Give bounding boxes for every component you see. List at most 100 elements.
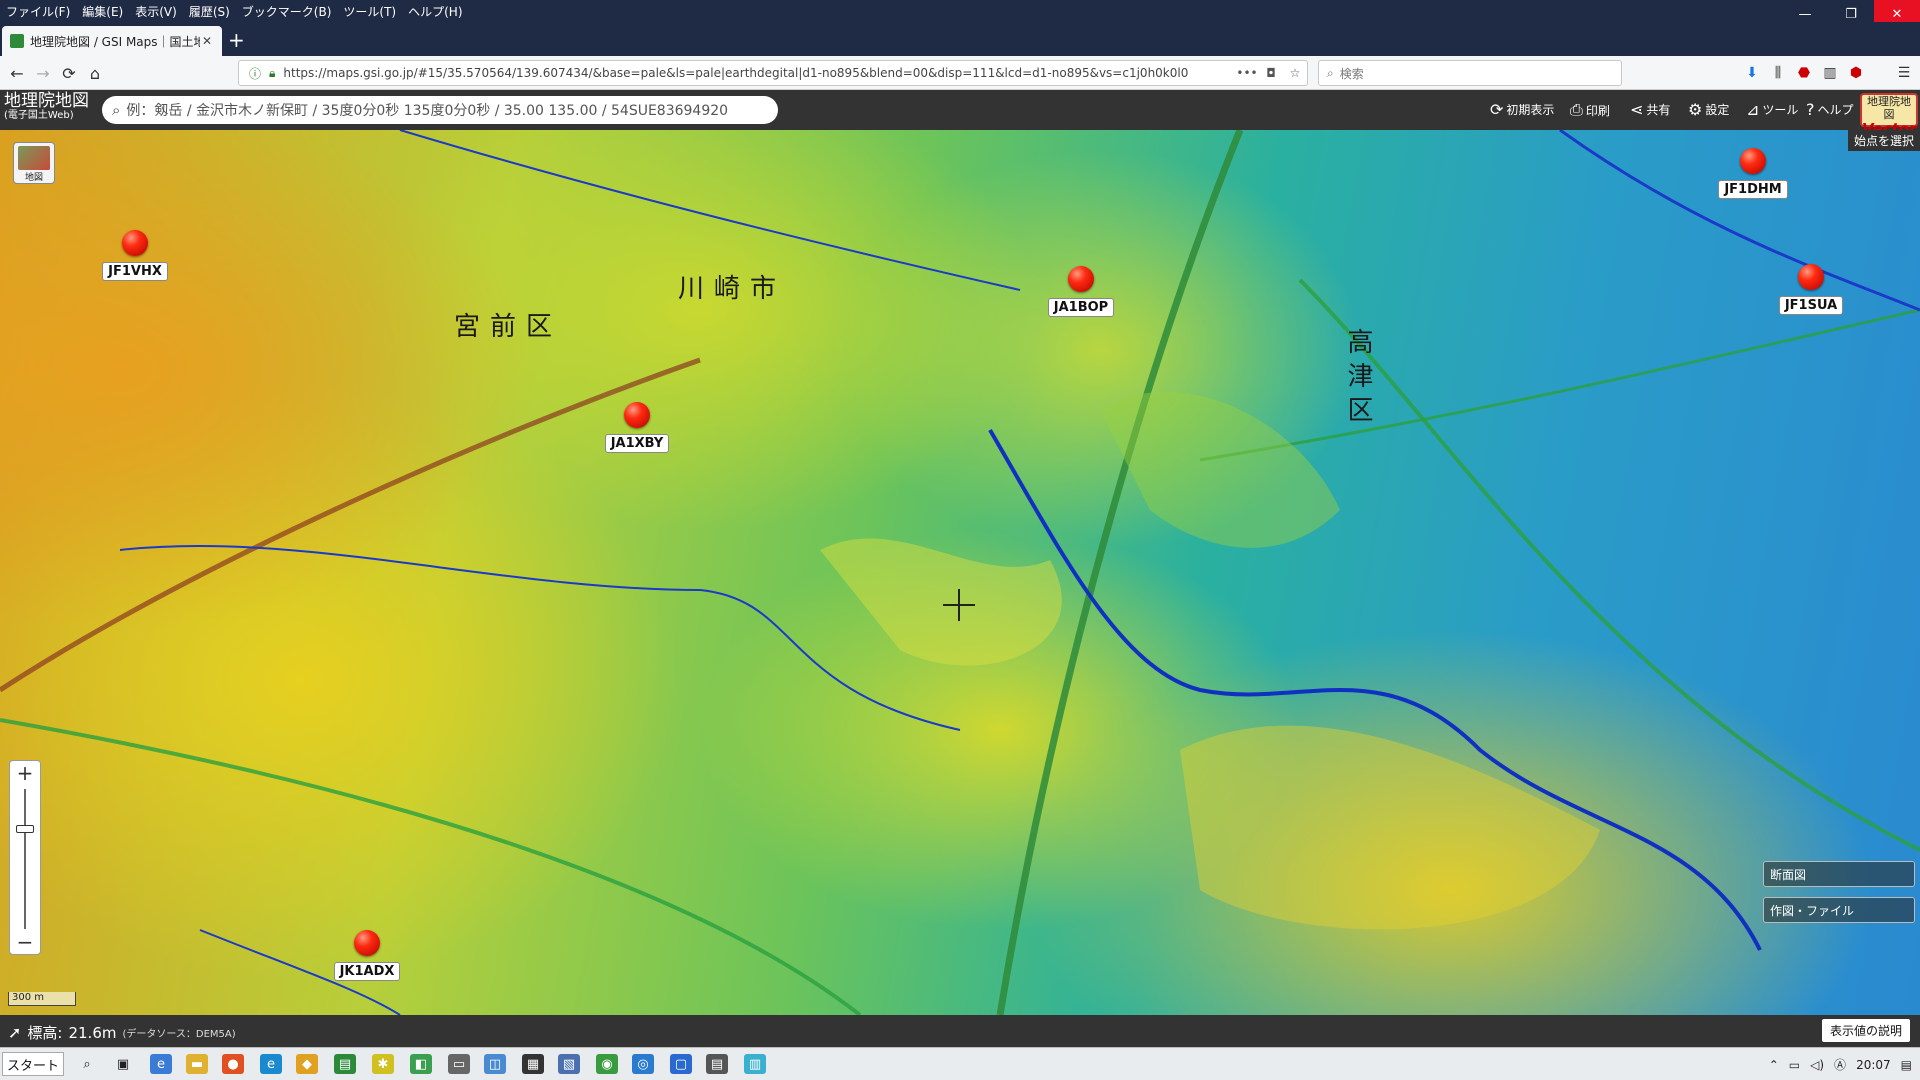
gsi-favicon-icon <box>10 34 24 48</box>
station-callsign: JA1BOP <box>1047 298 1115 317</box>
menu-file[interactable]: ファイル(F) <box>0 0 76 20</box>
chevron-up-icon[interactable]: ⌃ <box>1769 1058 1779 1072</box>
hill-shade-2 <box>1100 391 1340 548</box>
page-actions-icon[interactable]: ••• <box>1235 66 1259 80</box>
station-callsign: JK1ADX <box>333 962 401 981</box>
menu-bookmarks[interactable]: ブックマーク(B) <box>236 0 338 20</box>
menu-bar: ファイル(F) 編集(E) 表示(V) 履歴(S) ブックマーク(B) ツール(T) ヘルプ… <box>0 0 1920 22</box>
gsi-logo-sub: (電子国土Web) <box>4 110 74 121</box>
station-callsign: JF1VHX <box>102 262 168 281</box>
address-bar[interactable]: ⓘ 🔒︎ https://maps.gsi.go.jp/#15/35.57056… <box>238 60 1308 86</box>
share-button[interactable]: ⋖ 共有 <box>1630 100 1670 119</box>
station-marker[interactable]: JA1XBY <box>590 402 680 462</box>
map-overlay <box>0 130 1920 1015</box>
share-label: 共有 <box>1646 103 1671 117</box>
gsi-search-placeholder: 例：剱岳 / 金沢市木ノ新保町 / 35度0分0秒 135度0分0秒 / 35.… <box>126 103 729 119</box>
station-callsign: JF1SUA <box>1778 296 1844 315</box>
app-icon[interactable]: ◆ <box>296 1054 318 1074</box>
info-icon[interactable]: ⓘ <box>249 65 261 82</box>
app-icon[interactable]: ▢ <box>670 1054 692 1074</box>
legend-explanation-button[interactable]: 表示値の説明 <box>1821 1019 1910 1042</box>
explorer-icon[interactable]: ▬ <box>186 1054 208 1074</box>
app-icon[interactable]: ✱ <box>372 1054 394 1074</box>
gsi-vector-link[interactable]: 地理院地図 Vector <box>1860 93 1918 138</box>
base-map-toggle[interactable]: 地図 <box>13 142 55 184</box>
hamburger-menu-icon[interactable]: ☰ <box>1894 63 1914 83</box>
station-marker[interactable]: JF1DHM <box>1706 148 1796 208</box>
station-marker[interactable]: JA1BOP <box>1034 266 1124 326</box>
menu-tools[interactable]: ツール(T) <box>337 0 402 20</box>
print-label: 印刷 <box>1585 103 1610 118</box>
start-button[interactable]: スタート <box>2 1052 64 1076</box>
forward-icon[interactable]: → <box>32 62 54 84</box>
app-icon[interactable]: ▭ <box>448 1054 470 1074</box>
notification-icon[interactable]: ▤ <box>1901 1058 1912 1072</box>
edge-icon[interactable]: e <box>260 1054 282 1074</box>
map-thumbnail-icon <box>18 146 50 170</box>
new-tab-button[interactable]: + <box>228 30 245 50</box>
library-icon[interactable]: ⫼ <box>1768 63 1788 83</box>
gsi-search-input[interactable]: ⌕ 例：剱岳 / 金沢市木ノ新保町 / 35度0分0秒 135度0分0秒 / 3… <box>102 96 778 124</box>
river-north <box>399 130 1021 291</box>
app-icon[interactable]: ▤ <box>334 1054 356 1074</box>
menu-view[interactable]: 表示(V) <box>129 0 183 20</box>
ie-icon[interactable]: e <box>150 1054 172 1074</box>
lock-icon[interactable]: 🔒︎ <box>269 66 275 81</box>
search-icon[interactable]: ⌕ <box>76 1054 98 1074</box>
menu-help[interactable]: ヘルプ(H) <box>402 0 468 20</box>
network-icon[interactable]: ▭ <box>1789 1058 1800 1072</box>
task-view-icon[interactable]: ▣ <box>112 1054 134 1074</box>
label-miyamae-ward: 宮前区 <box>454 312 563 342</box>
app-icon[interactable]: ◎ <box>632 1054 654 1074</box>
menu-edit[interactable]: 編集(E) <box>76 0 129 20</box>
extension-off-icon[interactable]: ⬢ <box>1846 63 1866 83</box>
app-icon[interactable]: ▥ <box>744 1054 766 1074</box>
map-canvas[interactable]: 川崎市 宮前区 高津区 JF1VHX JA1BOP JF1DHM JF1SUA … <box>0 130 1920 1015</box>
clock[interactable]: 20:07 <box>1856 1058 1891 1072</box>
gear-icon: ⚙ <box>1688 100 1703 119</box>
app-icon[interactable]: ▦ <box>522 1054 544 1074</box>
gsi-logo[interactable]: 地理院地図 (電子国土Web) <box>4 92 89 122</box>
reset-view-button[interactable]: ⟳ 初期表示 <box>1490 100 1554 119</box>
help-button[interactable]: ? ヘルプ <box>1806 100 1854 119</box>
close-tab-icon[interactable]: ✕ <box>200 34 214 48</box>
zoom-in-button[interactable]: + <box>10 761 40 785</box>
sidebar-icon[interactable]: ▥ <box>1820 63 1840 83</box>
station-marker[interactable]: JK1ADX <box>320 930 410 1015</box>
tab-gsi-maps[interactable]: 地理院地図 / GSI Maps｜国土地 ✕ <box>2 26 222 56</box>
menu-history[interactable]: 履歴(S) <box>183 0 236 20</box>
label-kawasaki-city: 川崎市 <box>678 274 787 304</box>
station-marker[interactable]: JF1SUA <box>1764 264 1854 324</box>
browser-search-field[interactable]: ⌕ 検索 <box>1318 60 1622 86</box>
zoom-slider-track[interactable] <box>24 789 26 929</box>
zoom-out-button[interactable]: − <box>10 930 40 954</box>
zoom-slider-handle[interactable] <box>16 825 34 833</box>
adblock-icon[interactable]: ⬣ <box>1794 63 1814 83</box>
reload-icon[interactable]: ⟳ <box>58 62 80 84</box>
profile-panel-button[interactable]: 断面図 <box>1763 861 1915 887</box>
taskbar: スタート ⌕ ▣ e ▬ ● e ◆ ▤ ✱ ◧ ▭ ◫ ▦ ▧ ◉ ◎ ▢ ▤… <box>0 1047 1920 1080</box>
draw-file-panel-button[interactable]: 作図・ファイル <box>1763 897 1915 923</box>
download-icon[interactable]: ⬇ <box>1742 63 1762 83</box>
app-icon[interactable]: ▧ <box>558 1054 580 1074</box>
ime-icon[interactable]: Ⓐ <box>1834 1056 1846 1073</box>
home-icon[interactable]: ⌂ <box>84 62 106 84</box>
print-button[interactable]: ⎙ 印刷 <box>1570 100 1610 120</box>
app-icon[interactable]: ◉ <box>596 1054 618 1074</box>
firefox-icon[interactable]: ● <box>222 1054 244 1074</box>
question-icon: ? <box>1806 100 1815 119</box>
station-marker[interactable]: JF1VHX <box>88 230 178 290</box>
app-icon[interactable]: ◫ <box>484 1054 506 1074</box>
app-icon[interactable]: ◧ <box>410 1054 432 1074</box>
elevation-value: 21.6m <box>68 1023 117 1042</box>
settings-button[interactable]: ⚙ 設定 <box>1688 100 1729 119</box>
pocket-icon[interactable]: ◘ <box>1259 66 1283 80</box>
back-icon[interactable]: ← <box>6 62 28 84</box>
station-callsign: JA1XBY <box>604 434 670 453</box>
reset-view-label: 初期表示 <box>1506 103 1555 117</box>
tab-bar: 地理院地図 / GSI Maps｜国土地 ✕ + <box>0 22 1920 56</box>
bookmark-star-icon[interactable]: ☆ <box>1283 66 1307 80</box>
tools-button[interactable]: ⊿ ツール <box>1746 100 1798 119</box>
app-icon[interactable]: ▤ <box>706 1054 728 1074</box>
volume-icon[interactable]: ◁) <box>1810 1058 1824 1072</box>
